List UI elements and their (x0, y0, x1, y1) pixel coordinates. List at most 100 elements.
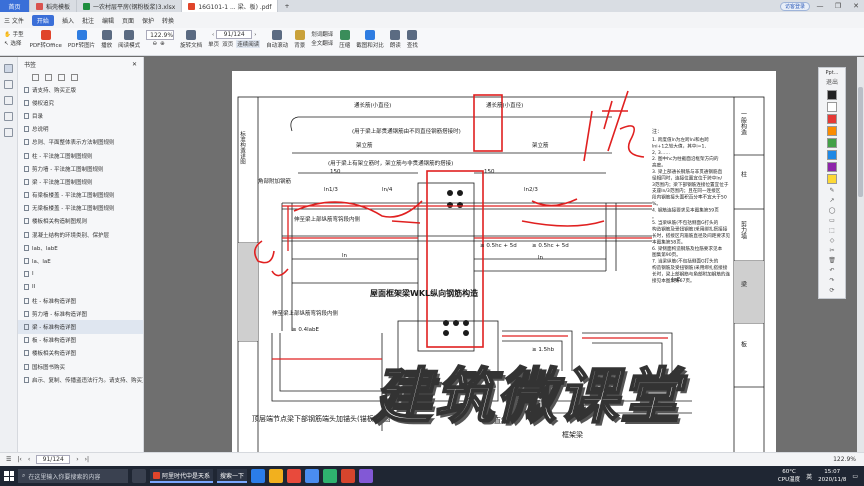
next-page-status-button[interactable]: › (76, 456, 78, 463)
menu-convert[interactable]: 转换 (162, 16, 174, 25)
pen-tool-button[interactable]: ◯ (819, 206, 845, 216)
app-icon-6[interactable] (341, 469, 356, 483)
menu-edit[interactable]: 编辑 (102, 16, 114, 25)
bookmark-item[interactable]: 目录 (18, 109, 143, 122)
color-swatch[interactable] (827, 138, 837, 148)
new-tab-button[interactable]: + (278, 0, 295, 12)
tab-pdf[interactable]: 16G101-1 ... 梁、板) .pdf (182, 0, 279, 12)
bookmark-item[interactable]: 楼板相关构造详图 (18, 347, 143, 360)
close-sidebar-icon[interactable]: ✕ (132, 61, 137, 68)
input-lang[interactable]: 英 (806, 472, 812, 481)
menu-page[interactable]: 页面 (122, 16, 134, 25)
menu-file[interactable]: 三 文件 (4, 16, 24, 25)
single-page-button[interactable]: 单页 (208, 40, 219, 48)
taskbar-search[interactable]: ⌕ 在这里输入你要搜索的内容 (18, 469, 128, 483)
color-swatch[interactable] (827, 114, 837, 124)
full-translate-button[interactable]: 全文翻译 (311, 39, 333, 47)
read-mode-button[interactable]: 阅读模式 (118, 30, 140, 49)
play-button[interactable]: 播放 (101, 30, 112, 49)
login-button[interactable]: 访客登录 (779, 1, 810, 11)
pen-tool-button[interactable]: ✂ (819, 246, 845, 256)
pdf-to-office-button[interactable]: PDF转Office (30, 30, 62, 49)
tab-home[interactable]: 首页 (0, 0, 30, 12)
zoom-buttons[interactable]: ⊖⊕ (153, 41, 168, 47)
background-button[interactable]: 背景 (294, 30, 305, 49)
close-button[interactable]: ✕ (848, 2, 864, 10)
status-page-input[interactable]: 91/124 (36, 455, 71, 464)
comment-panel-icon[interactable] (4, 96, 13, 105)
zoom-input[interactable]: 122.9% (146, 30, 175, 40)
menu-protect[interactable]: 保护 (142, 16, 154, 25)
thumbnail-panel-icon[interactable] (4, 80, 13, 89)
app-icon-5[interactable] (323, 469, 338, 483)
page-input[interactable]: 91/124 (216, 30, 253, 39)
collapse-icon[interactable] (45, 73, 52, 81)
taskbar-app-1[interactable]: 阿里时代中是天系 (150, 469, 214, 483)
read-aloud-button[interactable]: 朗读 (390, 30, 401, 49)
pen-tool-button[interactable]: 🗑 (819, 256, 845, 266)
app-icon-4[interactable] (305, 469, 320, 483)
bookmark-item[interactable]: 侵权追究 (18, 96, 143, 109)
taskview-icon[interactable] (132, 469, 146, 483)
attachment-panel-icon[interactable] (4, 112, 13, 121)
auto-scroll-button[interactable]: 自动滚动 (266, 30, 288, 49)
bookmark-item[interactable]: 国标图书购买 (18, 360, 143, 373)
color-swatch[interactable] (827, 126, 837, 136)
pen-tool-button[interactable]: ⬚ (819, 226, 845, 236)
find-button[interactable]: 查找 (407, 30, 418, 49)
pen-tool-button[interactable]: ⟳ (819, 286, 845, 296)
bookmark-item[interactable]: 混凝土结构的环境类别、保护层 (18, 228, 143, 241)
wps-icon[interactable] (287, 469, 302, 483)
bookmark-item[interactable]: 剪力墙 - 平法施工图制图规则 (18, 162, 143, 175)
taskbar-app-2[interactable]: 搜索一下 (217, 469, 248, 483)
bookmark-panel-icon[interactable] (4, 64, 13, 73)
pen-exit-button[interactable]: 退出 (819, 78, 845, 88)
double-page-button[interactable]: 双页 (222, 40, 233, 48)
bookmark-item[interactable]: II (18, 281, 143, 294)
color-swatch[interactable] (827, 162, 837, 172)
add-bookmark-icon[interactable] (58, 73, 65, 81)
search-panel-icon[interactable] (4, 128, 13, 137)
first-page-button[interactable]: |‹ (17, 456, 21, 463)
pen-tool-button[interactable]: ◇ (819, 236, 845, 246)
pen-tool-button[interactable]: ▭ (819, 216, 845, 226)
windows-start-icon[interactable] (4, 471, 14, 481)
bookmark-item[interactable]: I (18, 268, 143, 281)
color-swatch[interactable] (827, 102, 837, 112)
bookmark-item[interactable]: 板 - 标准构造详图 (18, 334, 143, 347)
bookmark-item[interactable]: 总则、平面整体表示方法制图规则 (18, 136, 143, 149)
clock[interactable]: 15:07 2020/11/8 (818, 468, 846, 484)
pen-tool-button[interactable]: ↗ (819, 196, 845, 206)
vertical-scrollbar[interactable] (857, 57, 864, 466)
menu-comment[interactable]: 批注 (82, 16, 94, 25)
bookmark-item[interactable]: 请支持、购买正版 (18, 83, 143, 96)
last-page-button[interactable]: ›| (85, 456, 89, 463)
color-swatch[interactable] (827, 174, 837, 184)
bookmark-item[interactable]: 楼板相关构造制图规则 (18, 215, 143, 228)
rotate-button[interactable]: 旋转文档 (180, 30, 202, 49)
maximize-button[interactable]: ❐ (830, 2, 846, 10)
hand-tool-button[interactable]: ✋ 手型 (4, 30, 24, 38)
menu-insert[interactable]: 插入 (62, 16, 74, 25)
bookmark-item[interactable]: 无梁板楼盖 - 平法施工图制图规则 (18, 202, 143, 215)
color-swatch[interactable] (827, 150, 837, 160)
menu-start[interactable]: 开始 (31, 14, 54, 26)
minimize-button[interactable]: — (812, 2, 828, 10)
bookmark-item[interactable]: 梁 - 平法施工图制图规则 (18, 175, 143, 188)
word-translate-button[interactable]: 划词翻译 (311, 30, 333, 38)
bookmark-item[interactable]: 有梁板楼盖 - 平法施工图制图规则 (18, 189, 143, 202)
bookmark-item[interactable]: lab、labE (18, 241, 143, 254)
delete-bookmark-icon[interactable] (71, 73, 78, 81)
bookmark-item[interactable]: la、laE (18, 254, 143, 267)
bookmark-item[interactable]: 柱 - 标准构造详图 (18, 294, 143, 307)
color-swatch[interactable] (827, 90, 837, 100)
pen-tool-button[interactable]: ✎ (819, 186, 845, 196)
tab-docer[interactable]: 稻壳模板 (30, 0, 78, 12)
compress-button[interactable]: 压缩 (339, 30, 350, 49)
scrollbar-thumb[interactable] (858, 87, 863, 197)
expand-icon[interactable] (32, 73, 39, 81)
explorer-icon[interactable] (269, 469, 284, 483)
next-page-button[interactable]: › (254, 32, 256, 38)
sidebar-toggle-icon[interactable]: ☰ (6, 456, 11, 463)
bookmark-item[interactable]: 启示、复制、传播盗违法行为。请支持、购买正版。 (18, 373, 143, 386)
